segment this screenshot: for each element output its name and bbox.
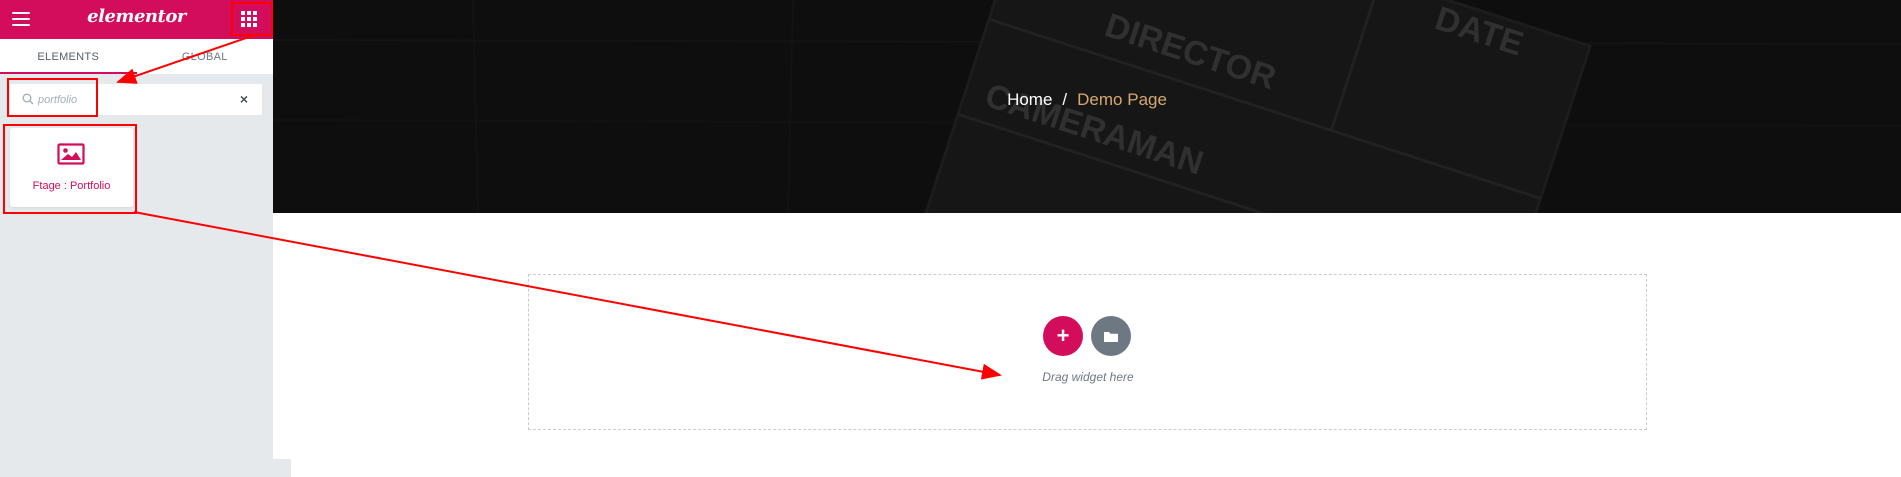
widget-search: × [10,84,262,115]
elementor-panel: elementor ELEMENTS GLOBAL × [0,0,273,477]
breadcrumb: Home / Demo Page [273,90,1901,110]
page-hero: DIRECTOR DATE CAMERAMAN Home/Demo Page [273,0,1901,213]
editor-root: elementor ELEMENTS GLOBAL × [0,0,1901,477]
close-icon[interactable]: × [240,92,248,106]
search-input[interactable] [38,89,228,110]
drop-zone[interactable] [528,274,1647,430]
widget-ftage-portfolio[interactable]: Ftage : Portfolio [10,128,133,207]
tab-elements[interactable]: ELEMENTS [0,39,137,74]
folder-glyph [1104,331,1118,342]
breadcrumb-current: Demo Page [1077,90,1167,109]
image-icon [57,143,85,165]
widget-label: Ftage : Portfolio [32,180,111,192]
elementor-logo: elementor [87,6,186,27]
tab-global[interactable]: GLOBAL [137,39,274,74]
grid-icon[interactable] [241,11,257,27]
panel-resize-handle[interactable] [273,459,291,477]
panel-header: elementor [0,0,273,39]
plus-icon[interactable]: + [1043,316,1083,356]
breadcrumb-home[interactable]: Home [1007,90,1052,109]
drag-widget-hint: Drag widget here [1042,370,1134,384]
folder-icon[interactable] [1091,316,1131,356]
breadcrumb-separator: / [1062,90,1068,109]
panel-tabs: ELEMENTS GLOBAL [0,39,273,74]
search-icon [22,93,34,105]
